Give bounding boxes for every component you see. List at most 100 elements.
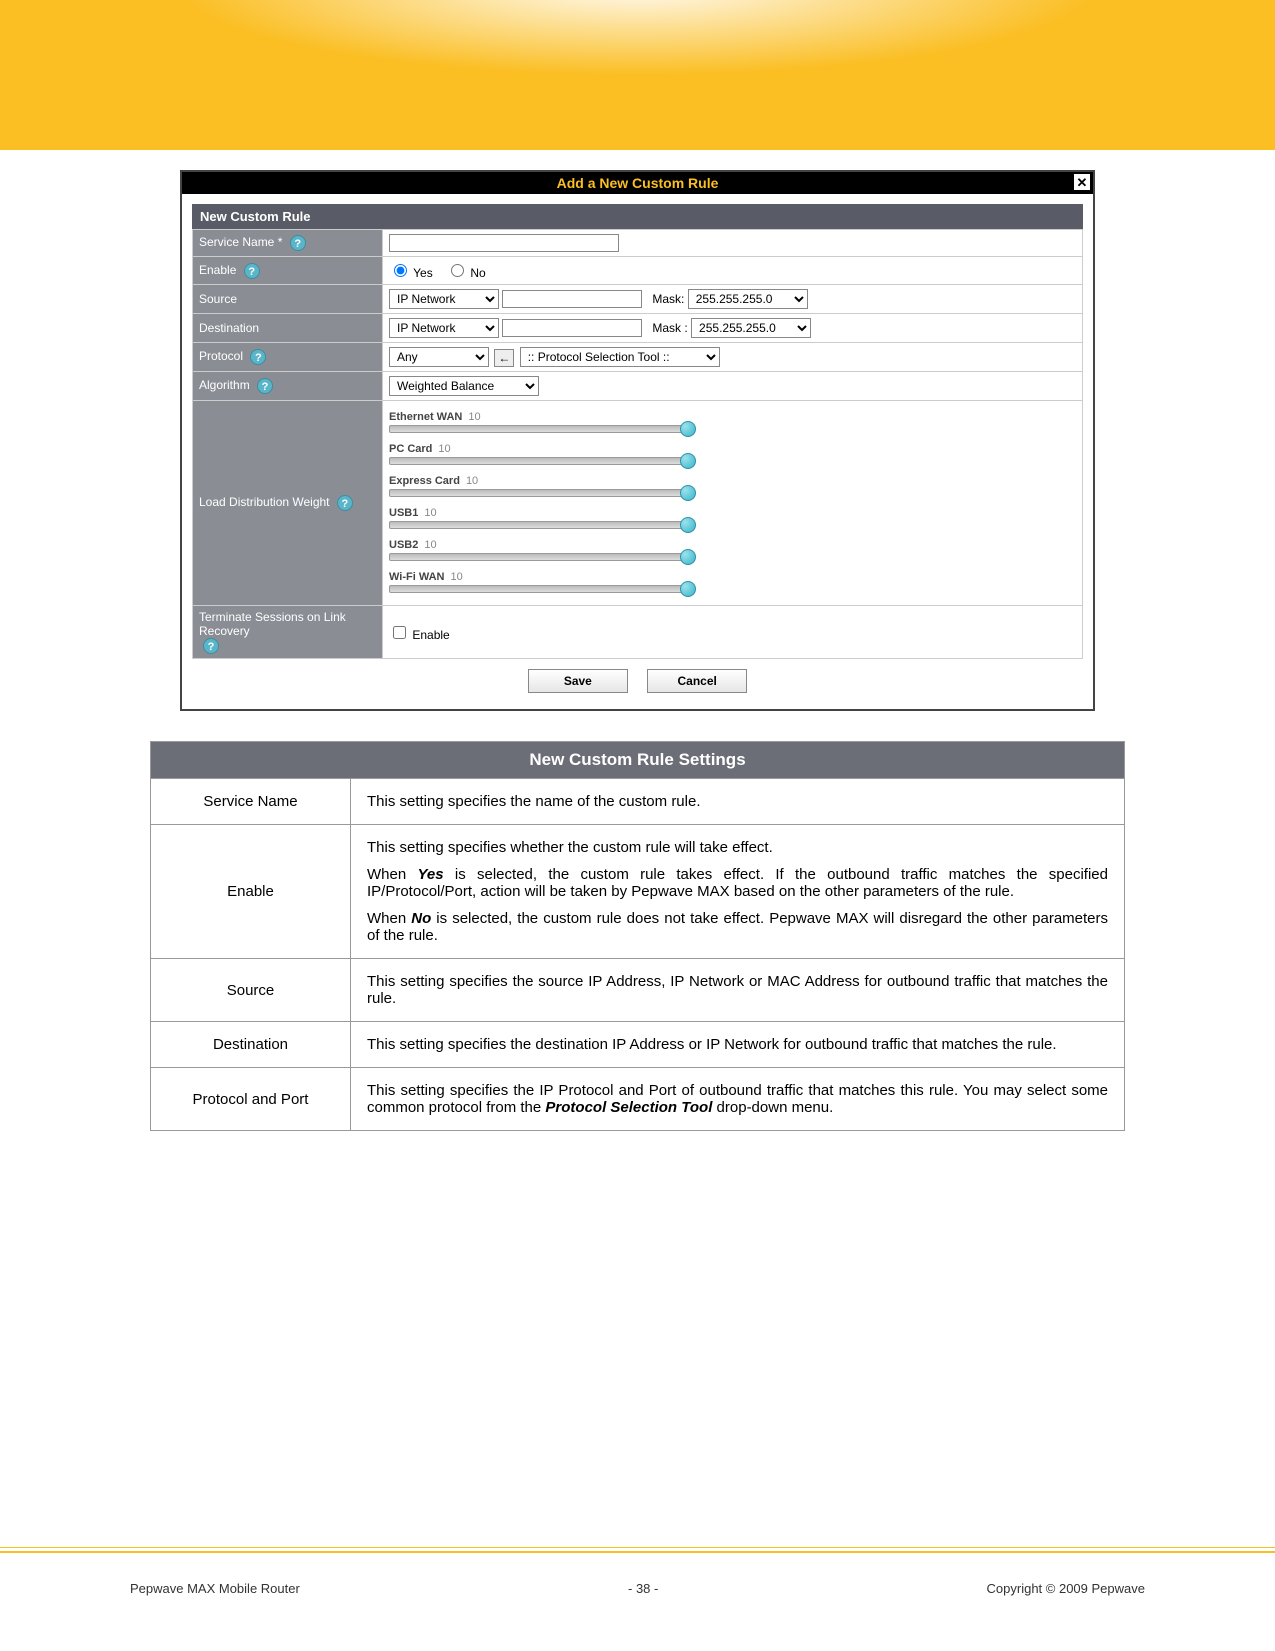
mask-label: Mask : [652,321,687,335]
slider-label: Express Card [389,475,460,487]
destination-mask-select[interactable]: 255.255.255.0 [691,318,811,338]
protocol-select[interactable]: Any [389,347,489,367]
label-algorithm: Algorithm ? [193,372,383,401]
section-header: New Custom Rule [192,204,1083,229]
help-icon[interactable]: ? [337,495,353,511]
slider-value: 10 [438,443,450,455]
destination-addr-input[interactable] [502,319,642,337]
label-load-weight: Load Distribution Weight ? [193,401,383,606]
slider-thumb-icon[interactable] [680,485,696,501]
slider-label: Ethernet WAN [389,411,462,423]
settings-key: Protocol and Port [151,1068,351,1131]
weight-slider-row: Express Card 10 [389,473,1076,497]
field-destination: IP Network Mask : 255.255.255.0 [383,314,1083,343]
slider-thumb-icon[interactable] [680,549,696,565]
settings-paragraph: This setting specifies the destination I… [367,1036,1108,1053]
settings-value: This setting specifies the name of the c… [351,779,1125,825]
field-algorithm: Weighted Balance [383,372,1083,401]
settings-key: Source [151,959,351,1022]
field-terminate: Enable [383,606,1083,659]
settings-paragraph: When No is selected, the custom rule doe… [367,910,1108,944]
slider-label: Wi-Fi WAN [389,571,445,583]
terminate-enable-checkbox[interactable]: Enable [389,628,450,642]
dialog-title-bar: Add a New Custom Rule ✕ [182,172,1093,194]
settings-key: Service Name [151,779,351,825]
dialog-buttons: Save Cancel [192,659,1083,699]
settings-table-title: New Custom Rule Settings [151,742,1125,779]
slider-value: 10 [451,571,463,583]
label-source: Source [193,285,383,314]
footer-copyright: Copyright © 2009 Pepwave [987,1581,1145,1596]
close-icon[interactable]: ✕ [1073,173,1091,191]
algorithm-select[interactable]: Weighted Balance [389,376,539,396]
settings-value: This setting specifies whether the custo… [351,825,1125,959]
settings-value: This setting specifies the source IP Add… [351,959,1125,1022]
weight-slider-row: USB210 [389,537,1076,561]
label-destination: Destination [193,314,383,343]
field-load-weight: Ethernet WAN10PC Card10Express Card10USB… [383,401,1083,606]
footer-page-number: - 38 - [628,1581,658,1596]
header-band [0,0,1275,150]
source-addr-input[interactable] [502,290,642,308]
settings-table: New Custom Rule Settings Service NameThi… [150,741,1125,1131]
help-icon[interactable]: ? [244,263,260,279]
slider-label: USB1 [389,507,418,519]
slider-value: 10 [424,539,436,551]
slider-thumb-icon[interactable] [680,453,696,469]
weight-slider-row: Ethernet WAN 10 [389,409,1076,433]
page-footer: Pepwave MAX Mobile Router - 38 - Copyrig… [0,1581,1275,1596]
dialog-title: Add a New Custom Rule [557,175,719,191]
settings-value: This setting specifies the IP Protocol a… [351,1068,1125,1131]
source-type-select[interactable]: IP Network [389,289,499,309]
form-table: Service Name * ? Enable ? Yes [192,229,1083,659]
dialog-body: New Custom Rule Service Name * ? Enable [182,194,1093,709]
slider-track[interactable] [389,585,689,593]
cancel-button[interactable]: Cancel [647,669,747,693]
label-service-name: Service Name * ? [193,230,383,257]
slider-track[interactable] [389,457,689,465]
footer-left: Pepwave MAX Mobile Router [130,1581,300,1596]
label-terminate: Terminate Sessions on Link Recovery ? [193,606,383,659]
footer-divider [0,1547,1275,1553]
service-name-input[interactable] [389,234,619,252]
help-icon[interactable]: ? [257,378,273,394]
help-icon[interactable]: ? [203,638,219,654]
settings-paragraph: This setting specifies the IP Protocol a… [367,1082,1108,1116]
settings-paragraph: This setting specifies the source IP Add… [367,973,1108,1007]
field-source: IP Network Mask: 255.255.255.0 [383,285,1083,314]
field-protocol: Any ← :: Protocol Selection Tool :: [383,343,1083,372]
slider-thumb-icon[interactable] [680,517,696,533]
protocol-tool-select[interactable]: :: Protocol Selection Tool :: [520,347,720,367]
field-enable: Yes No [383,257,1083,285]
weight-slider-row: USB110 [389,505,1076,529]
slider-track[interactable] [389,489,689,497]
enable-yes-radio[interactable]: Yes [389,266,433,280]
slider-value: 10 [468,411,480,423]
slider-value: 10 [466,475,478,487]
field-service-name [383,230,1083,257]
settings-key: Enable [151,825,351,959]
destination-type-select[interactable]: IP Network [389,318,499,338]
save-button[interactable]: Save [528,669,628,693]
help-icon[interactable]: ? [250,349,266,365]
source-mask-select[interactable]: 255.255.255.0 [688,289,808,309]
slider-label: PC Card [389,443,432,455]
slider-track[interactable] [389,425,689,433]
slider-track[interactable] [389,553,689,561]
label-protocol: Protocol ? [193,343,383,372]
label-enable: Enable ? [193,257,383,285]
help-icon[interactable]: ? [290,235,306,251]
mask-label: Mask: [652,292,684,306]
slider-thumb-icon[interactable] [680,581,696,597]
weight-slider-row: PC Card 10 [389,441,1076,465]
settings-key: Destination [151,1022,351,1068]
custom-rule-dialog: Add a New Custom Rule ✕ New Custom Rule … [180,170,1095,711]
settings-paragraph: This setting specifies whether the custo… [367,839,1108,856]
slider-thumb-icon[interactable] [680,421,696,437]
slider-track[interactable] [389,521,689,529]
settings-value: This setting specifies the destination I… [351,1022,1125,1068]
arrow-left-icon[interactable]: ← [494,349,514,367]
settings-paragraph: When Yes is selected, the custom rule ta… [367,866,1108,900]
weight-slider-row: Wi-Fi WAN 10 [389,569,1076,593]
enable-no-radio[interactable]: No [446,266,486,280]
